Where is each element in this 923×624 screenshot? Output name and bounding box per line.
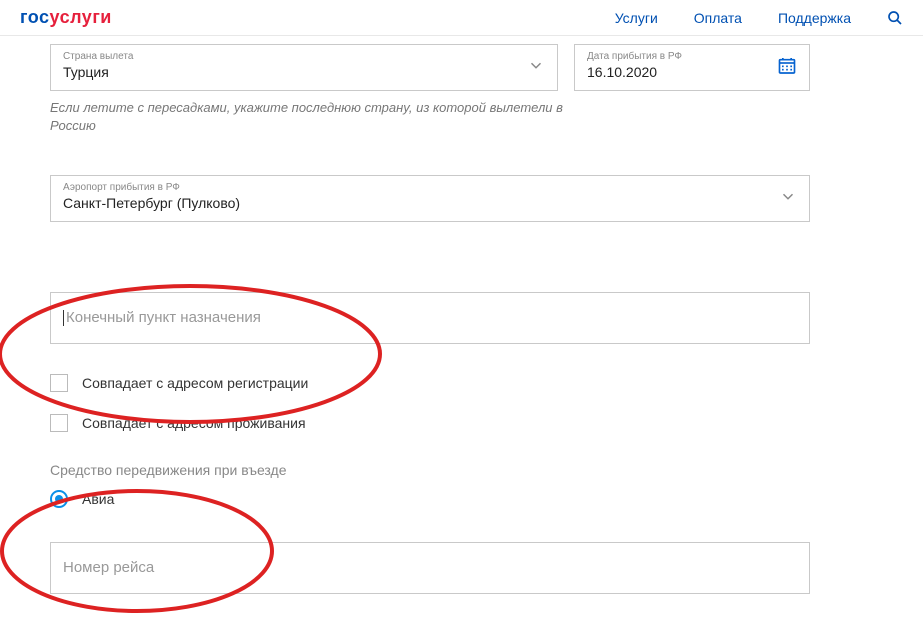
destination-placeholder: Конечный пункт назначения <box>63 309 261 326</box>
arrival-date-label: Дата прибытия в РФ <box>587 51 797 62</box>
checkbox-registration[interactable] <box>50 374 68 392</box>
arrival-airport-value: Санкт-Петербург (Пулково) <box>63 195 240 211</box>
nav-payment[interactable]: Оплата <box>694 10 742 26</box>
arrival-date-value: 16.10.2020 <box>587 64 657 80</box>
search-icon[interactable] <box>887 10 903 26</box>
chevron-down-icon <box>779 187 797 210</box>
checkbox-residence[interactable] <box>50 414 68 432</box>
chevron-down-icon <box>527 56 545 79</box>
radio-avia-dot <box>55 495 63 503</box>
nav-services[interactable]: Услуги <box>615 10 658 26</box>
nav-support[interactable]: Поддержка <box>778 10 851 26</box>
country-hint: Если летите с пересадками, укажите после… <box>50 99 590 135</box>
checkbox-registration-label: Совпадает с адресом регистрации <box>82 375 308 391</box>
arrival-airport-label: Аэропорт прибытия в РФ <box>63 182 797 193</box>
arrival-date-field[interactable]: Дата прибытия в РФ 16.10.2020 <box>574 44 810 91</box>
radio-avia-label: Авиа <box>82 491 114 507</box>
vehicle-label: Средство передвижения при въезде <box>50 462 810 478</box>
destination-input[interactable]: Конечный пункт назначения <box>50 292 810 344</box>
checkbox-residence-label: Совпадает с адресом проживания <box>82 415 306 431</box>
departure-country-value: Турция <box>63 64 109 80</box>
departure-country-label: Страна вылета <box>63 51 545 62</box>
flight-number-input[interactable]: Номер рейса <box>50 542 810 594</box>
arrival-airport-select[interactable]: Аэропорт прибытия в РФ Санкт-Петербург (… <box>50 175 810 222</box>
flight-number-placeholder: Номер рейса <box>63 559 154 576</box>
radio-avia[interactable] <box>50 490 68 508</box>
departure-country-select[interactable]: Страна вылета Турция <box>50 44 558 91</box>
logo[interactable]: госуслуги <box>20 7 112 28</box>
calendar-icon <box>777 55 797 80</box>
